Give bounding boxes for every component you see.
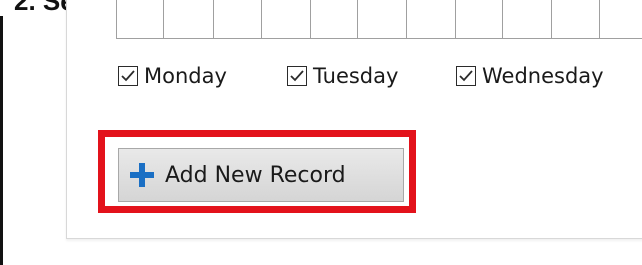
monday-checkbox[interactable]: Monday [118, 63, 227, 89]
ruler-tick [116, 0, 117, 38]
ruler-tick [310, 0, 311, 38]
ruler-tick [163, 0, 164, 38]
checkbox-checked-icon[interactable] [287, 66, 307, 86]
ruler-tick [261, 0, 262, 38]
ruler-tick [455, 0, 456, 38]
add-new-record-label: Add New Record [165, 162, 346, 188]
tuesday-checkbox[interactable]: Tuesday [287, 63, 398, 89]
wednesday-label: Wednesday [482, 64, 604, 88]
monday-label: Monday [144, 64, 227, 88]
ruler-tick [357, 0, 358, 38]
tuesday-label: Tuesday [313, 64, 399, 88]
ruler-tick [551, 0, 552, 38]
checkbox-checked-icon[interactable] [456, 66, 476, 86]
ruler-tick [502, 0, 503, 38]
ruler-tick [213, 0, 214, 38]
checkbox-checked-icon[interactable] [118, 66, 138, 86]
left-border [0, 16, 3, 265]
ruler-tick [406, 0, 407, 38]
plus-icon [129, 162, 155, 188]
add-new-record-button[interactable]: Add New Record [118, 148, 404, 202]
wednesday-checkbox[interactable]: Wednesday [456, 63, 604, 89]
ruler-tick [599, 0, 600, 38]
calendar-ruler [116, 0, 642, 39]
